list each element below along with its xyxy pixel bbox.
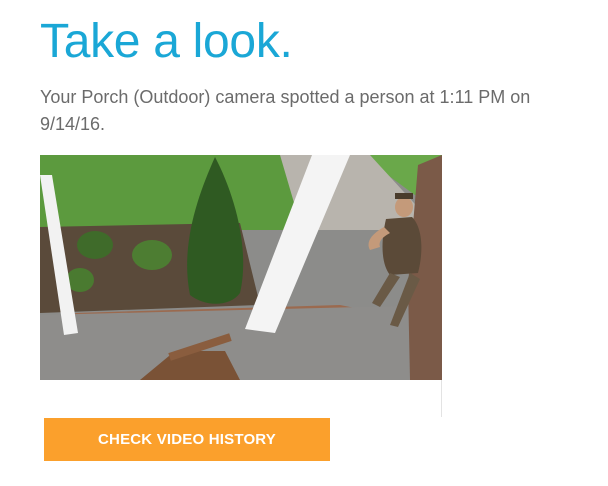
email-headline: Take a look.	[40, 15, 293, 68]
snapshot-frame-edge	[441, 380, 442, 417]
snapshot-container	[40, 155, 442, 417]
detection-message: Your Porch (Outdoor) camera spotted a pe…	[40, 87, 531, 134]
camera-snapshot-image[interactable]	[40, 155, 442, 380]
check-video-history-button[interactable]: CHECK VIDEO HISTORY	[44, 418, 330, 461]
